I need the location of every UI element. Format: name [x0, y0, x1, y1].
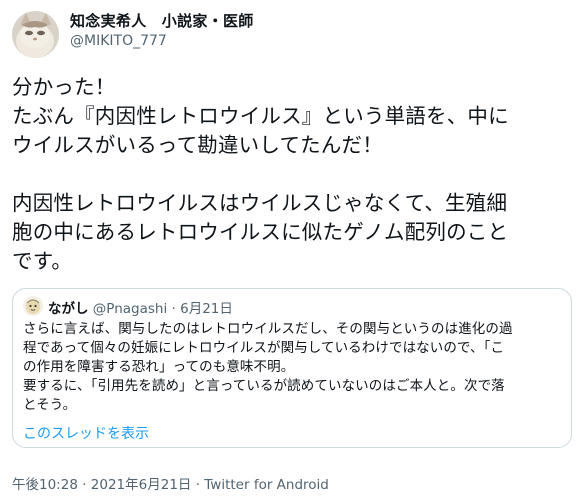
- quoted-line: 要するに、「引用先を読め」と言っているが読めていないのはご本人と。次で落: [23, 378, 505, 394]
- quoted-author-handle[interactable]: @Pnagashi: [93, 301, 167, 317]
- show-thread-link[interactable]: このスレッドを表示: [23, 423, 149, 443]
- tweet-timestamp[interactable]: 午後10:28 · 2021年6月21日 · Twitter for Andro…: [12, 473, 329, 493]
- tweet-line: ウイルスがいるって勘違いしてたんだ！: [12, 133, 383, 157]
- quoted-date[interactable]: 6月21日: [180, 301, 233, 317]
- quoted-separator: ·: [171, 301, 176, 317]
- quoted-user-avatar[interactable]: [23, 296, 43, 316]
- quoted-line: とそう。: [23, 397, 77, 413]
- author-display-name[interactable]: 知念実希人 小説家・医師: [70, 10, 254, 31]
- tweet-line: 内因性レトロウイルスはウイルスじゃなくて、生殖細: [12, 191, 508, 215]
- quoted-line: 程であって個々の妊娠にレトロウイルスが関与しているわけではないので、「こ: [23, 340, 505, 356]
- tweet-line: 分かった！: [12, 75, 116, 99]
- tweet-line: 胞の中にあるレトロウイルスに似たゲノム配列のこと: [12, 220, 509, 244]
- quoted-line: さらに言えば、関与したのはレトロウイルスだし、その関与というのは進化の過: [23, 321, 513, 337]
- quoted-user-avatar-icon: [23, 296, 43, 316]
- quoted-author-name[interactable]: ながし: [48, 301, 89, 317]
- quoted-line: の作用を障害する恐れ」ってのも意味不明。: [23, 359, 295, 375]
- quoted-tweet-header: ながし @Pnagashi · 6月21日: [48, 297, 233, 317]
- author-handle[interactable]: @MIKITO_777: [70, 33, 167, 49]
- tweet-line: です。: [12, 249, 73, 273]
- author-avatar[interactable]: [12, 11, 59, 58]
- cat-avatar-icon: [12, 11, 59, 58]
- tweet-text: 分かった！ たぶん『内因性レトロウイルス』という単語を、中に ウイルスがいるって勘違…: [12, 73, 582, 276]
- quoted-tweet-card[interactable]: ながし @Pnagashi · 6月21日 さらに言えば、関与したのはレトロウイ…: [12, 288, 572, 448]
- quoted-tweet-text: さらに言えば、関与したのはレトロウイルスだし、その関与というのは進化の過 程であ…: [23, 320, 568, 415]
- tweet-line: たぶん『内因性レトロウイルス』という単語を、中に: [12, 104, 509, 128]
